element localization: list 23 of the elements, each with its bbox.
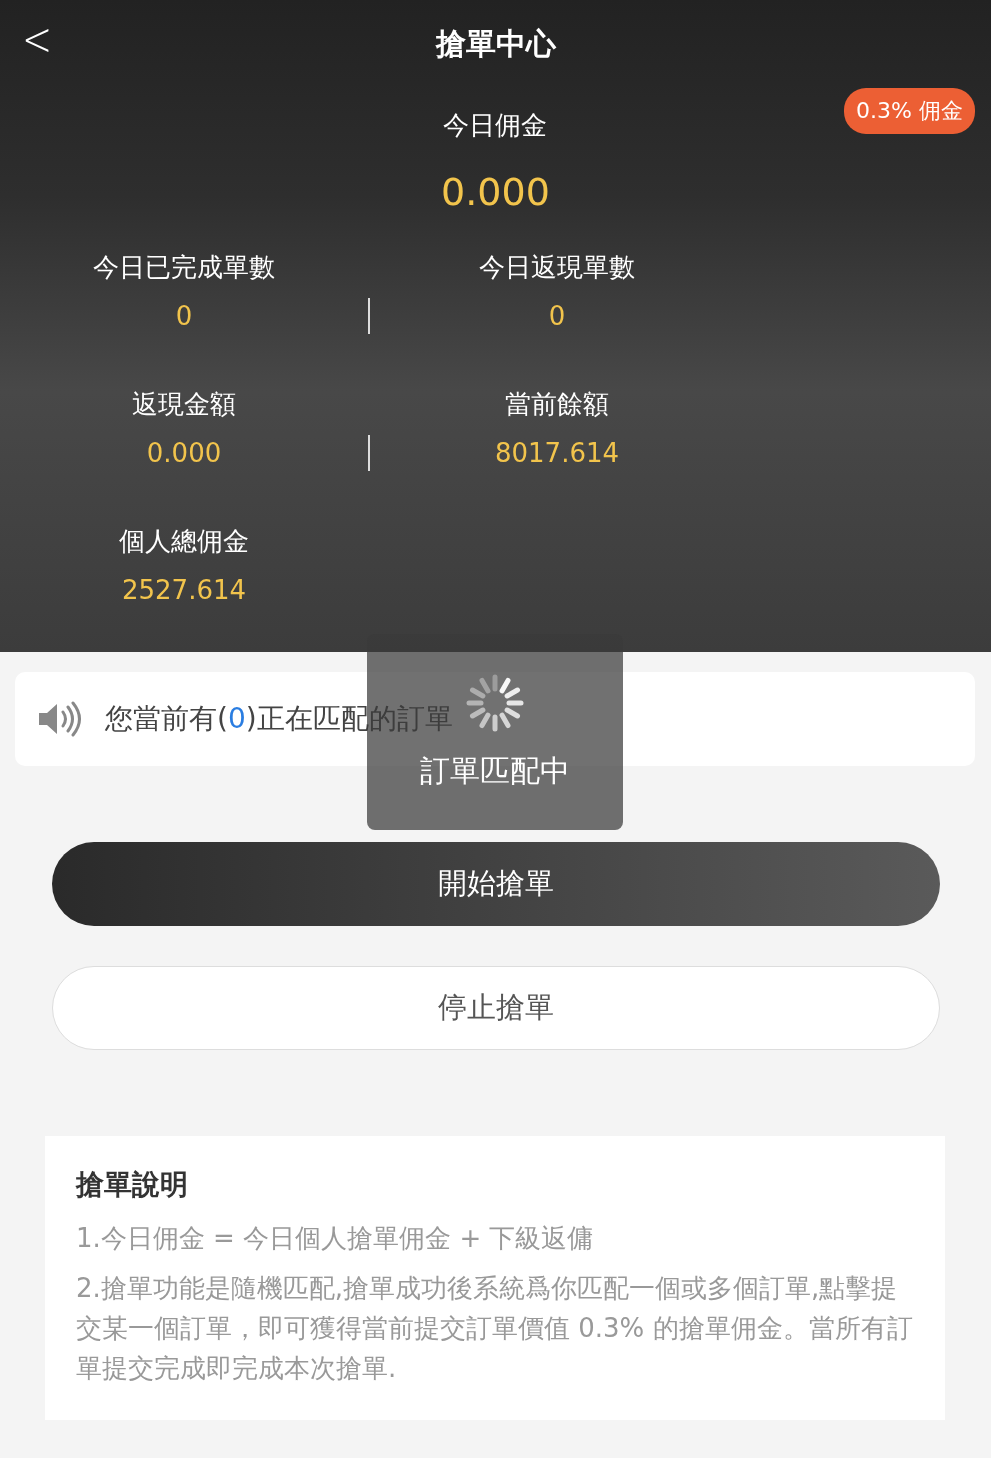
stat-value: 0: [175, 301, 193, 331]
stat-label: 今日佣金: [443, 109, 548, 142]
loading-spinner-icon: [465, 672, 525, 733]
stat-label: 個人總佣金: [119, 525, 249, 558]
stat-value: 0.000: [146, 438, 222, 468]
stat-label: 當前餘額: [505, 388, 609, 421]
start-button[interactable]: 開始搶單: [51, 842, 940, 926]
stat-value: 8017.614: [494, 438, 620, 468]
back-button[interactable]: <: [14, 11, 61, 66]
toast-text: 訂單匹配中: [420, 751, 570, 790]
speaker-icon: [37, 701, 83, 737]
stop-button[interactable]: 停止搶單: [51, 966, 940, 1050]
stat-label: 返現金額: [132, 388, 236, 421]
page-title: 搶單中心: [435, 24, 556, 63]
stat-value: 0.000: [441, 170, 550, 214]
instructions-title: 搶單說明: [76, 1167, 189, 1203]
stat-label: 今日返現單數: [479, 251, 635, 284]
stat-value: 2527.614: [121, 575, 247, 605]
stat-value: 0: [548, 301, 566, 331]
instruction-text: 2.搶單功能是隨機匹配,搶單成功後系統爲你匹配一個或多個訂單,點擊提交某一個訂單，即可獲得當前提交訂單價值 0.3% 的搶單佣金。當所有訂單提交完成即完成本次搶單.: [76, 1272, 914, 1385]
stat-label: 今日已完成單數: [93, 251, 275, 284]
commission-rate-badge: 0.3% 佣金: [844, 88, 975, 134]
instruction-text: 1.今日佣金 = 今日個人搶單佣金 + 下級返傭: [76, 1222, 595, 1255]
